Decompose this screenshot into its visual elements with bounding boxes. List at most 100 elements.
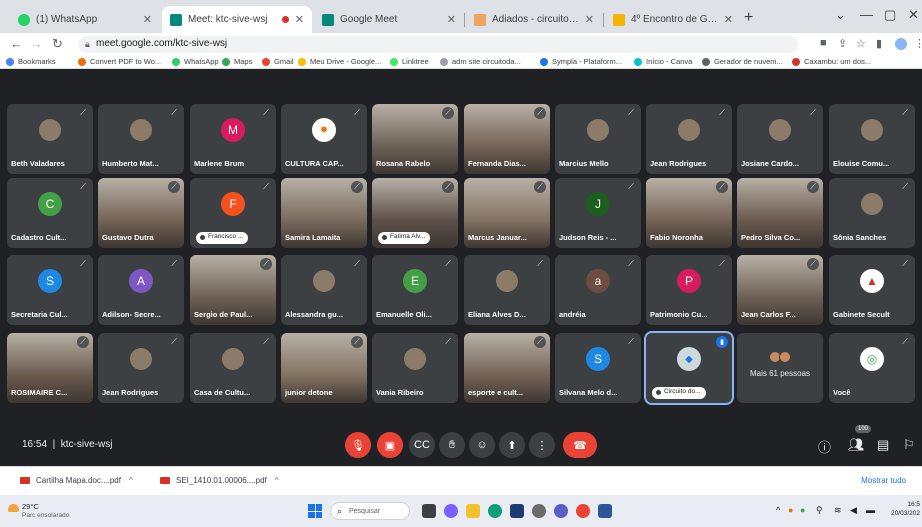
tab-adiados[interactable]: Adiados - circuitodasaguas.gest... ✕ [466, 6, 602, 33]
word-icon[interactable] [598, 504, 612, 518]
wifi-icon[interactable]: ≋ [834, 505, 842, 516]
app-icon[interactable] [554, 504, 568, 518]
address-bar[interactable]: 🔒︎ meet.google.com/ktc-sive-wsj [78, 36, 798, 53]
battery-icon[interactable]: ▬ [866, 505, 875, 515]
tab-meet-active[interactable]: Meet: ktc-sive-wsj ✕ [162, 6, 312, 33]
meeting-details-icon[interactable]: ⓘ [818, 437, 831, 456]
minimize-icon[interactable]: — [860, 7, 873, 22]
weather-widget[interactable]: 29°C Parc ensolarado [22, 502, 69, 520]
participant-tile[interactable]: Marcius Mello ⟋ [555, 104, 641, 174]
back-icon[interactable]: ← [10, 36, 23, 51]
sidebar-icon[interactable]: ▮ [876, 37, 882, 50]
participant-tile[interactable]: S Silvana Melo d... ⟋ [555, 333, 641, 403]
participant-tile[interactable]: Fabio Noronha ⟋ [646, 178, 732, 248]
bookmark-item[interactable]: Meu Drive - Google... [298, 57, 381, 66]
download-item[interactable]: Cartilha Mapa.doc....pdf ^ [20, 476, 133, 485]
taskbar-search[interactable]: ⌕ Pesquisar [330, 502, 410, 520]
participant-tile[interactable]: F Francisco ... ⟋ [190, 178, 276, 248]
download-item[interactable]: SEI_1410.01.00006....pdf ^ [160, 476, 279, 485]
participant-tile[interactable]: esporte e cult... ⟋ [464, 333, 550, 403]
participant-tile[interactable]: Sergio de Paul... ⟋ [190, 255, 276, 325]
participant-tile[interactable]: Sônia Sanches ⟋ [829, 178, 915, 248]
participant-tile[interactable]: Elouise Comu... ⟋ [829, 104, 915, 174]
participant-tile[interactable]: ROSIMAIRE C... ⟋ [7, 333, 93, 403]
participant-tile[interactable]: E Emanuelle Oli... ⟋ [372, 255, 458, 325]
close-icon[interactable]: ✕ [447, 13, 456, 26]
leave-call-button[interactable]: ☎ [563, 432, 597, 458]
tab-encontro[interactable]: 4º Encontro de Gestores Municip... ✕ [605, 6, 741, 33]
tray-overflow-icon[interactable]: ^ [776, 505, 780, 515]
tab-search-icon[interactable]: ⌄ [835, 7, 846, 23]
bookmark-item[interactable]: Linktree [390, 57, 429, 66]
maximize-icon[interactable]: ▢ [884, 7, 896, 23]
participant-tile[interactable]: Jean Rodrigues ⟋ [98, 333, 184, 403]
participant-tile[interactable]: Beth Valadares ⟋ [7, 104, 93, 174]
participant-tile[interactable]: J Judson Reis - ... ⟋ [555, 178, 641, 248]
participant-tile[interactable]: A Adilson- Secre... ⟋ [98, 255, 184, 325]
people-icon[interactable]: 👥︎ [848, 437, 865, 453]
bookmark-item[interactable]: WhatsApp [172, 57, 219, 66]
close-icon[interactable]: ✕ [295, 13, 304, 26]
edge-icon[interactable] [488, 504, 502, 518]
participant-tile[interactable]: Samira Lamaita ⟋ [281, 178, 367, 248]
tab-whatsapp[interactable]: (1) WhatsApp ✕ [10, 6, 160, 33]
participant-tile[interactable]: Jean Carlos F... ⟋ [737, 255, 823, 325]
bookmark-item[interactable]: Caxambu: um dos... [792, 57, 871, 66]
participant-tile[interactable]: Vania Ribeiro ⟋ [372, 333, 458, 403]
chevron-up-icon[interactable]: ^ [129, 476, 133, 485]
task-view-icon[interactable] [422, 504, 436, 518]
share-icon[interactable]: ⇪ [838, 37, 847, 50]
participant-tile[interactable]: ▲ Gabinete Secult ⟋ [829, 255, 915, 325]
participant-tile[interactable]: Mais 61 pessoas [737, 333, 823, 403]
participant-tile[interactable]: Josiane Cardo... ⟋ [737, 104, 823, 174]
chrome-icon[interactable] [576, 504, 590, 518]
tray-pen-icon[interactable]: ⚲ [816, 505, 823, 516]
participant-tile[interactable]: Jean Rodrigues ⟋ [646, 104, 732, 174]
participant-tile[interactable]: ◎ Você ⟋ [829, 333, 915, 403]
participant-tile[interactable]: Fernanda Dias... ⟋ [464, 104, 550, 174]
volume-icon[interactable]: ◀︎ [850, 505, 857, 516]
participant-tile[interactable]: Pedro Silva Co... ⟋ [737, 178, 823, 248]
participant-tile[interactable]: Rosana Rabelo ⟋ [372, 104, 458, 174]
bookmark-item[interactable]: Maps [222, 57, 252, 66]
tab-google-meet[interactable]: Google Meet ✕ [314, 6, 464, 33]
participant-tile[interactable]: Marcus Januar... ⟋ [464, 178, 550, 248]
participant-tile[interactable]: Casa de Cultu... ⟋ [190, 333, 276, 403]
chevron-up-icon[interactable]: ^ [275, 476, 279, 485]
participant-tile[interactable]: P Patrimonio Cu... ⟋ [646, 255, 732, 325]
bookmark-item[interactable]: Início - Canva [634, 57, 692, 66]
windows-start-icon[interactable] [308, 504, 322, 518]
participant-tile[interactable]: Gustavo Dutra ⟋ [98, 178, 184, 248]
chat-icon[interactable]: ▤ [877, 437, 889, 453]
participant-tile[interactable]: Humberto Mat... ⟋ [98, 104, 184, 174]
present-button[interactable]: ⬆ [499, 432, 525, 458]
show-all-downloads-link[interactable]: Mostrar tudo [861, 476, 906, 485]
close-icon[interactable]: ✕ [143, 13, 152, 26]
menu-kebab-icon[interactable]: ⋮ [914, 37, 922, 50]
close-icon[interactable]: ✕ [585, 13, 594, 26]
participant-tile[interactable]: Eliana Alves D... ⟋ [464, 255, 550, 325]
taskbar-clock[interactable]: 16:5 20/03/202 [880, 500, 920, 518]
participant-tile[interactable]: S Secretaria Cul... ⟋ [7, 255, 93, 325]
settings-gear-icon[interactable] [532, 504, 546, 518]
participant-tile[interactable]: a andréia ⟋ [555, 255, 641, 325]
captions-button[interactable]: CC [409, 432, 435, 458]
participant-tile[interactable]: junior detone ⟋ [281, 333, 367, 403]
file-explorer-icon[interactable] [466, 504, 480, 518]
window-close-icon[interactable]: ✕ [908, 7, 919, 23]
new-tab-button[interactable]: + [744, 9, 753, 27]
bookmark-item[interactable]: Bookmarks [6, 57, 56, 66]
teams-chat-icon[interactable] [444, 504, 458, 518]
mic-off-button[interactable]: 🎙︎ [345, 432, 371, 458]
raise-hand-button[interactable]: ✋︎ [439, 432, 465, 458]
more-options-button[interactable]: ⋮ [529, 432, 555, 458]
bookmark-item[interactable]: adm site circuitoda... [440, 57, 521, 66]
store-icon[interactable] [510, 504, 524, 518]
bookmark-item[interactable]: Gerador de nuvem... [702, 57, 783, 66]
participant-tile[interactable]: ◆ Circuito do... ▮ [644, 331, 734, 405]
tray-app-icon[interactable]: ● [788, 505, 793, 515]
profile-avatar[interactable] [895, 38, 907, 50]
tray-app-icon[interactable]: ● [800, 505, 805, 515]
close-icon[interactable]: ✕ [724, 13, 733, 26]
camera-off-button[interactable]: ▣ [377, 432, 403, 458]
